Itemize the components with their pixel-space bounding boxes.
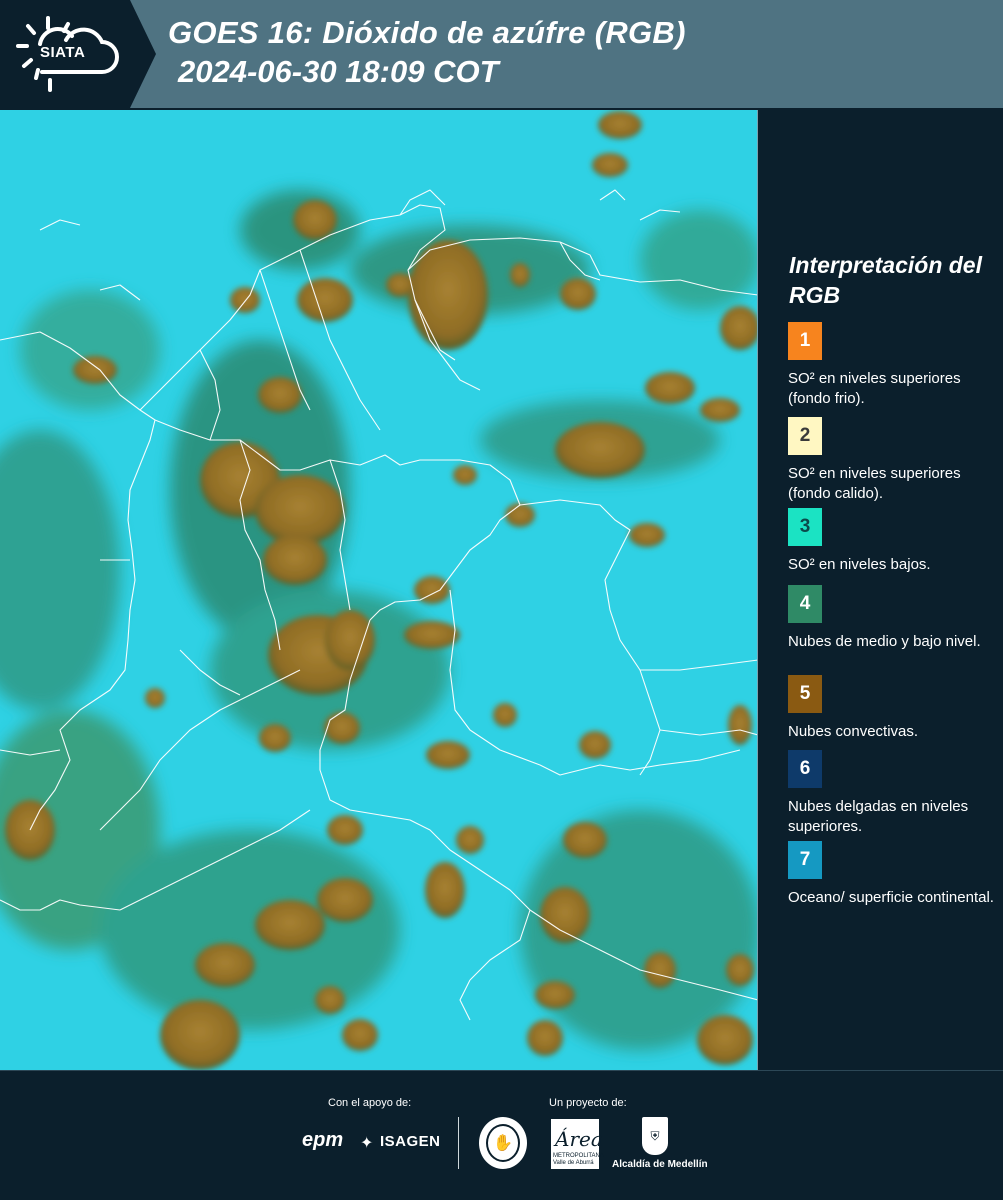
legend-number: 7 bbox=[799, 849, 811, 870]
seal-icon: ✋ bbox=[486, 1124, 520, 1162]
siata-logo[interactable]: SIATA bbox=[0, 0, 130, 108]
legend-panel: Interpretación del RGB 1 SO² en niveles … bbox=[760, 110, 1003, 1070]
header-bar: SIATA GOES 16: Dióxido de azúfre (RGB) 2… bbox=[0, 0, 1003, 108]
logo-text: SIATA bbox=[40, 44, 86, 61]
page-timestamp: 2024-06-30 18:09 COT bbox=[178, 54, 499, 89]
isagen-logo[interactable]: ISAGEN bbox=[380, 1133, 441, 1150]
legend-number: 2 bbox=[799, 425, 811, 446]
legend-label: SO² en niveles superiores (fondo frio). bbox=[788, 370, 961, 407]
legend-number: 3 bbox=[799, 516, 811, 537]
area-subtitle: METROPOLITANA Valle de Aburrá bbox=[553, 1153, 604, 1166]
legend-item-6: 6 Nubes delgadas en niveles superiores. bbox=[788, 750, 998, 837]
legend-swatch: 6 bbox=[788, 750, 822, 788]
logo-chevron bbox=[130, 0, 156, 108]
isagen-icon: ✦ bbox=[360, 1135, 374, 1152]
legend-item-5: 5 Nubes convectivas. bbox=[788, 675, 998, 742]
area-metropolitana-logo[interactable]: Área METROPOLITANA Valle de Aburrá bbox=[551, 1119, 604, 1169]
legend-item-1: 1 SO² en niveles superiores (fondo frio)… bbox=[788, 322, 998, 409]
legend-swatch: 5 bbox=[788, 675, 822, 713]
legend-label: SO² en niveles bajos. bbox=[788, 556, 931, 573]
legend-swatch: 4 bbox=[788, 585, 822, 623]
legend-label: Nubes convectivas. bbox=[788, 723, 919, 740]
legend-title: Interpretación del RGB bbox=[789, 252, 982, 308]
legend-item-3: 3 SO² en niveles bajos. bbox=[788, 508, 998, 575]
footer: Con el apoyo de: Un proyecto de: epm ✦ I… bbox=[0, 1070, 1003, 1200]
epm-logo[interactable]: epm bbox=[302, 1129, 343, 1152]
shield-icon[interactable]: ⛨ bbox=[642, 1117, 668, 1155]
page-title: GOES 16: Dióxido de azúfre (RGB) bbox=[168, 15, 686, 50]
legend-number: 1 bbox=[799, 330, 811, 351]
legend-swatch: 3 bbox=[788, 508, 822, 546]
project-label: Un proyecto de: bbox=[549, 1097, 627, 1109]
support-label: Con el apoyo de: bbox=[328, 1097, 412, 1109]
legend-swatch: 2 bbox=[788, 417, 822, 455]
satellite-image bbox=[0, 110, 757, 1070]
legend-item-4: 4 Nubes de medio y bajo nivel. bbox=[788, 585, 998, 652]
legend-number: 6 bbox=[799, 758, 811, 779]
legend-label: SO² en niveles superiores (fondo calido)… bbox=[788, 465, 961, 502]
legend-number: 4 bbox=[799, 593, 811, 614]
alcaldia-label: Alcaldía de Medellín bbox=[612, 1159, 708, 1170]
medellin-seal-logo[interactable]: ✋ bbox=[479, 1117, 527, 1169]
footer-divider bbox=[458, 1117, 459, 1169]
legend-label: Nubes de medio y bajo nivel. bbox=[788, 633, 981, 650]
legend-item-7: 7 Oceano/ superficie continental. bbox=[788, 841, 998, 908]
legend-swatch: 1 bbox=[788, 322, 822, 360]
area-word: Área bbox=[555, 1127, 603, 1151]
legend-number: 5 bbox=[799, 683, 811, 704]
legend-label: Oceano/ superficie continental. bbox=[788, 889, 994, 906]
legend-item-2: 2 SO² en niveles superiores (fondo calid… bbox=[788, 417, 998, 509]
legend-swatch: 7 bbox=[788, 841, 822, 879]
satellite-map[interactable] bbox=[0, 110, 758, 1070]
legend-label: Nubes delgadas en niveles superiores. bbox=[788, 798, 969, 835]
